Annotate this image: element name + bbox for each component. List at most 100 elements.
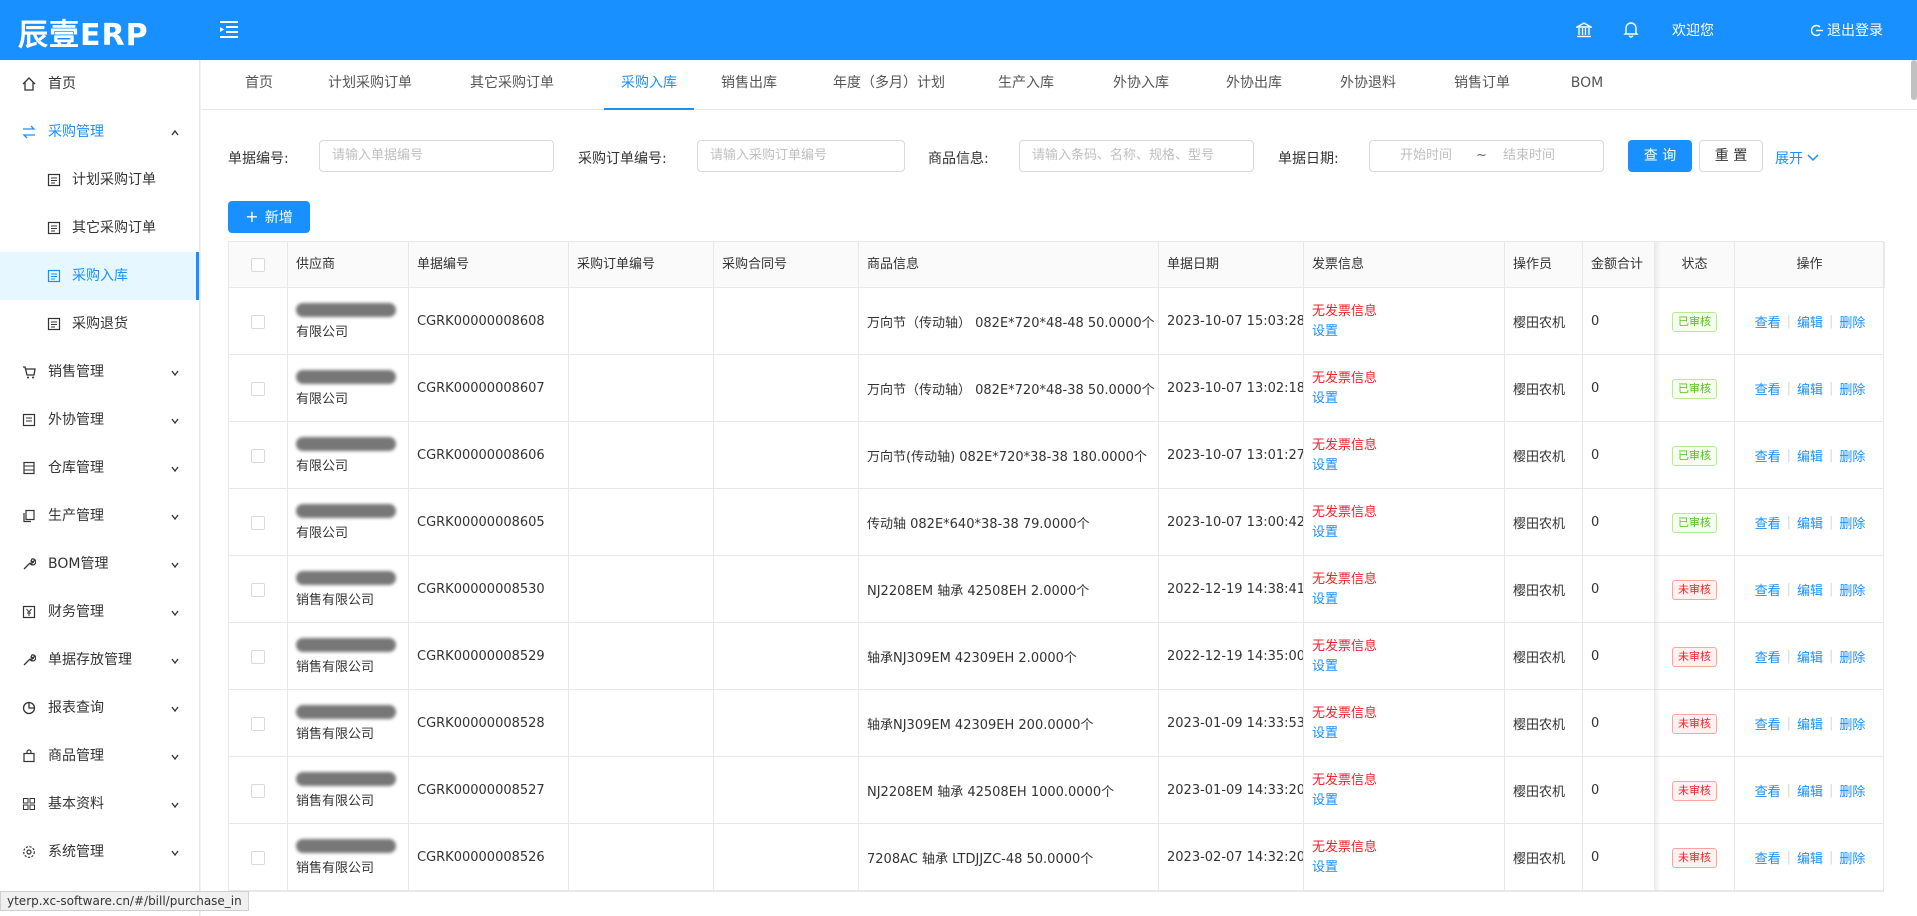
invoice-set-link[interactable]: 设置 xyxy=(1312,523,1338,543)
invoice-set-link[interactable]: 设置 xyxy=(1312,389,1338,409)
query-button[interactable]: 查 询 xyxy=(1628,140,1692,172)
tab-11[interactable]: BOM xyxy=(1570,60,1604,110)
supplier-cell: 有限公司 xyxy=(288,288,409,355)
invoice-cell: 无发票信息 设置 xyxy=(1304,489,1505,556)
delete-link[interactable]: 删除 xyxy=(1839,446,1865,465)
chevron-up-icon xyxy=(171,129,179,136)
invoice-set-link[interactable]: 设置 xyxy=(1312,456,1338,476)
sidebar-item-4[interactable]: 采购入库 xyxy=(0,252,199,300)
date-range-input[interactable]: 开始时间 ~ 结束时间 xyxy=(1369,140,1604,172)
sidebar-item-0[interactable]: 首页 xyxy=(0,60,199,108)
edit-link[interactable]: 编辑 xyxy=(1797,848,1823,867)
sidebar-item-12[interactable]: 单据存放管理 xyxy=(0,636,199,684)
invoice-set-link[interactable]: 设置 xyxy=(1312,657,1338,677)
row-checkbox[interactable] xyxy=(251,582,265,597)
logout-link[interactable]: 退出登录 xyxy=(1827,20,1883,40)
tab-3[interactable]: 采购入库 xyxy=(604,60,694,110)
edit-link[interactable]: 编辑 xyxy=(1797,513,1823,532)
row-checkbox[interactable] xyxy=(251,515,265,530)
row-checkbox[interactable] xyxy=(251,314,265,329)
row-checkbox[interactable] xyxy=(251,716,265,731)
goods-input[interactable]: 请输入条码、名称、规格、型号 xyxy=(1019,140,1254,172)
row-checkbox[interactable] xyxy=(251,649,265,664)
row-checkbox[interactable] xyxy=(251,850,265,865)
row-checkbox[interactable] xyxy=(251,448,265,463)
tab-1[interactable]: 计划采购订单 xyxy=(327,60,413,110)
edit-link[interactable]: 编辑 xyxy=(1797,446,1823,465)
delete-link[interactable]: 删除 xyxy=(1839,647,1865,666)
sidebar-item-label: 首页 xyxy=(48,76,76,92)
sidebar-item-13[interactable]: 报表查询 xyxy=(0,684,199,732)
po-no-input[interactable]: 请输入采购订单编号 xyxy=(697,140,905,172)
invoice-set-link[interactable]: 设置 xyxy=(1312,590,1338,610)
invoice-set-link[interactable]: 设置 xyxy=(1312,322,1338,342)
sidebar-item-11[interactable]: 财务管理 xyxy=(0,588,199,636)
view-link[interactable]: 查看 xyxy=(1755,580,1781,599)
delete-link[interactable]: 删除 xyxy=(1839,781,1865,800)
delete-link[interactable]: 删除 xyxy=(1839,379,1865,398)
sidebar-item-15[interactable]: 基本资料 xyxy=(0,780,199,828)
po-no-label: 采购订单编号: xyxy=(578,151,667,167)
expand-link[interactable]: 展开 xyxy=(1775,148,1819,168)
edit-link[interactable]: 编辑 xyxy=(1797,580,1823,599)
scrollbar[interactable] xyxy=(1911,60,1917,100)
view-link[interactable]: 查看 xyxy=(1755,647,1781,666)
view-link[interactable]: 查看 xyxy=(1755,312,1781,331)
tab-2[interactable]: 其它采购订单 xyxy=(469,60,555,110)
delete-link[interactable]: 删除 xyxy=(1839,848,1865,867)
sidebar-item-2[interactable]: 计划采购订单 xyxy=(0,156,199,204)
invoice-set-link[interactable]: 设置 xyxy=(1312,791,1338,811)
sidebar-item-7[interactable]: 外协管理 xyxy=(0,396,199,444)
logout-icon[interactable] xyxy=(1811,24,1824,37)
select-all-checkbox[interactable] xyxy=(251,258,265,272)
row-checkbox[interactable] xyxy=(251,381,265,396)
delete-link[interactable]: 删除 xyxy=(1839,580,1865,599)
edit-link[interactable]: 编辑 xyxy=(1797,312,1823,331)
tab-8[interactable]: 外协出库 xyxy=(1224,60,1284,110)
tab-6[interactable]: 生产入库 xyxy=(996,60,1056,110)
invoice-cell: 无发票信息 设置 xyxy=(1304,623,1505,690)
supplier-cell: 销售有限公司 xyxy=(288,690,409,757)
delete-link[interactable]: 删除 xyxy=(1839,312,1865,331)
tab-9[interactable]: 外协退料 xyxy=(1338,60,1398,110)
reset-button[interactable]: 重 置 xyxy=(1699,140,1763,172)
row-checkbox[interactable] xyxy=(251,783,265,798)
tab-0[interactable]: 首页 xyxy=(244,60,274,110)
view-link[interactable]: 查看 xyxy=(1755,781,1781,800)
welcome-text: 欢迎您 xyxy=(1672,23,1714,39)
tab-7[interactable]: 外协入库 xyxy=(1111,60,1171,110)
view-link[interactable]: 查看 xyxy=(1755,446,1781,465)
tab-4[interactable]: 销售出库 xyxy=(719,60,779,110)
delete-link[interactable]: 删除 xyxy=(1839,714,1865,733)
sidebar-item-16[interactable]: 系统管理 xyxy=(0,828,199,876)
add-button[interactable]: + 新增 xyxy=(228,201,310,233)
tab-5[interactable]: 年度（多月）计划 xyxy=(832,60,946,110)
sidebar-item-10[interactable]: BOM管理 xyxy=(0,540,199,588)
chevron-down-icon xyxy=(171,466,179,473)
sidebar-item-5[interactable]: 采购退货 xyxy=(0,300,199,348)
view-link[interactable]: 查看 xyxy=(1755,714,1781,733)
actions-cell: 查看 | 编辑 | 删除 xyxy=(1735,824,1885,891)
edit-link[interactable]: 编辑 xyxy=(1797,647,1823,666)
sidebar-item-8[interactable]: 仓库管理 xyxy=(0,444,199,492)
sidebar-item-6[interactable]: 销售管理 xyxy=(0,348,199,396)
view-link[interactable]: 查看 xyxy=(1755,848,1781,867)
sidebar-item-14[interactable]: 商品管理 xyxy=(0,732,199,780)
view-link[interactable]: 查看 xyxy=(1755,513,1781,532)
sidebar-item-3[interactable]: 其它采购订单 xyxy=(0,204,199,252)
view-link[interactable]: 查看 xyxy=(1755,379,1781,398)
edit-link[interactable]: 编辑 xyxy=(1797,781,1823,800)
sidebar-item-1[interactable]: 采购管理 xyxy=(0,108,199,156)
menu-fold-icon[interactable] xyxy=(218,18,240,40)
bill-no-input[interactable]: 请输入单据编号 xyxy=(319,140,554,172)
sidebar-item-9[interactable]: 生产管理 xyxy=(0,492,199,540)
column-header: 金额合计 xyxy=(1583,242,1655,288)
invoice-set-link[interactable]: 设置 xyxy=(1312,724,1338,744)
invoice-set-link[interactable]: 设置 xyxy=(1312,858,1338,878)
edit-link[interactable]: 编辑 xyxy=(1797,379,1823,398)
delete-link[interactable]: 删除 xyxy=(1839,513,1865,532)
bell-icon[interactable] xyxy=(1623,21,1639,38)
bank-icon[interactable] xyxy=(1576,22,1592,38)
tab-10[interactable]: 销售订单 xyxy=(1452,60,1512,110)
edit-link[interactable]: 编辑 xyxy=(1797,714,1823,733)
